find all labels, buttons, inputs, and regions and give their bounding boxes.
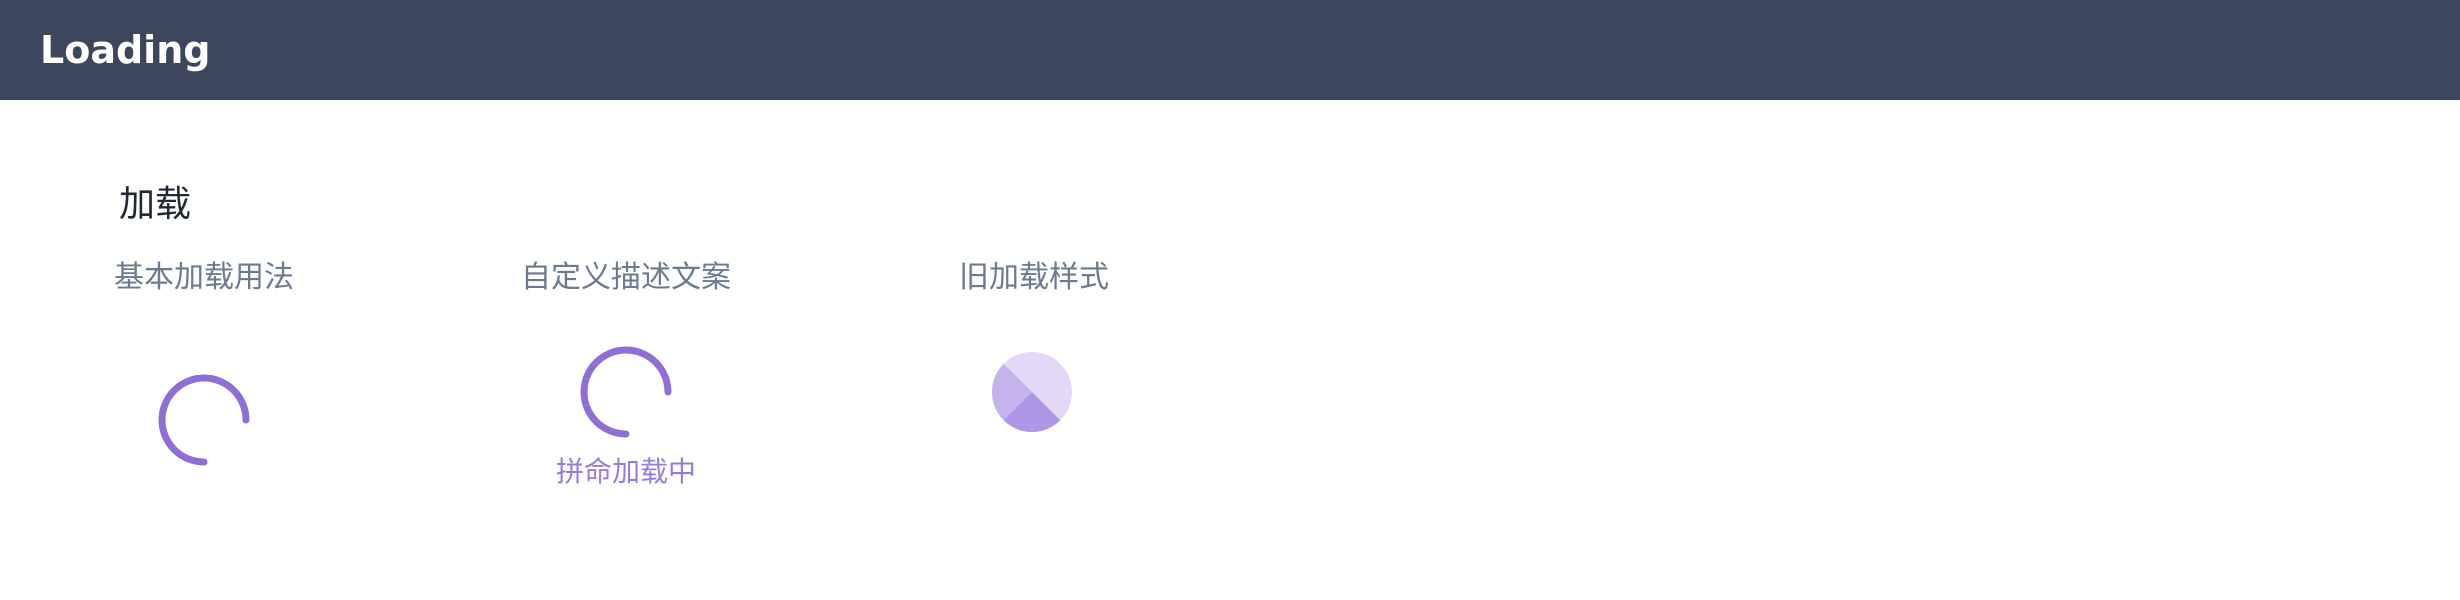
example-label: 基本加载用法	[114, 260, 294, 295]
example-label: 旧加载样式	[959, 260, 1109, 295]
example-legacy-loading: 旧加载样式	[874, 256, 1194, 556]
example-label: 自定义描述文案	[521, 260, 731, 295]
pie-spinner-icon	[991, 352, 1072, 433]
example-basic-loading: 基本加载用法	[44, 256, 364, 556]
spinner-arc-icon	[158, 374, 250, 466]
example-custom-text-loading: 自定义描述文案 拼命加载中	[466, 256, 786, 556]
top-bar: Loading	[0, 0, 2460, 100]
loading-caption: 拼命加载中	[555, 455, 696, 488]
page-title: Loading	[40, 28, 211, 72]
spinner-arc-icon	[580, 346, 672, 438]
section-title: 加载	[119, 184, 192, 225]
